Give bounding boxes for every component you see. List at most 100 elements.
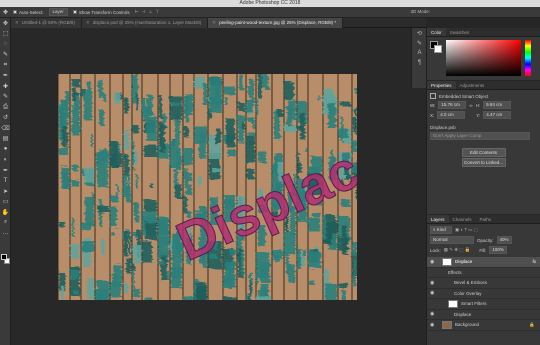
tab-color[interactable]: Color xyxy=(427,28,446,36)
lock-icons[interactable]: ▦ ✎ ✥ ⬚ 🔒 xyxy=(444,247,471,253)
visibility-eye-icon[interactable]: ◉ xyxy=(430,290,436,296)
width-field[interactable]: 15.76 cm xyxy=(438,101,467,109)
history-brush-tool-icon[interactable]: ↺ xyxy=(0,113,11,124)
clone-stamp-tool-icon[interactable]: ⎙ xyxy=(0,102,11,113)
brush-panel-icon[interactable]: ✎ xyxy=(412,38,427,48)
lock-label: Lock: xyxy=(430,247,441,253)
visibility-eye-icon[interactable]: ◉ xyxy=(430,280,436,286)
tab-swatches[interactable]: Swatches xyxy=(446,28,474,36)
lasso-tool-icon[interactable]: ◌ xyxy=(0,39,11,50)
layer-thumbnail[interactable] xyxy=(448,299,458,308)
edit-contents-button[interactable]: Edit Contents xyxy=(461,148,506,157)
tab-displace-psd[interactable]: ✕ displace.psd @ 25% (Hue/Saturation 1, … xyxy=(81,18,209,28)
close-tab-icon[interactable]: ✕ xyxy=(86,18,90,28)
distribute-icon[interactable]: ⊤ xyxy=(155,9,159,15)
move-tool-preset-icon[interactable]: ✥ xyxy=(3,9,8,16)
layer-row[interactable]: ◉ Displace xyxy=(427,310,540,320)
history-panel-icon[interactable]: ⟲ xyxy=(412,28,427,38)
dodge-tool-icon[interactable]: ◐ xyxy=(0,155,11,166)
close-tab-icon[interactable]: ✕ xyxy=(212,18,216,28)
layers-panel: Layers Channels Paths ⌕ Kind ▣ ◐ T ▭ ⬚ N… xyxy=(426,215,540,345)
paragraph-panel-icon[interactable]: ¶ xyxy=(412,58,427,68)
brush-tool-icon[interactable]: ✎ xyxy=(0,92,11,103)
layer-name: Bevel & Emboss xyxy=(454,280,488,286)
kind-filter-dropdown[interactable]: ⌕ Kind xyxy=(430,226,452,234)
healing-brush-tool-icon[interactable]: ✚ xyxy=(0,81,11,92)
more-tools-icon[interactable]: … xyxy=(0,228,11,239)
visibility-eye-icon[interactable]: ◉ xyxy=(430,322,436,328)
visibility-eye-icon[interactable]: ◉ xyxy=(430,259,436,265)
fill-label: Fill: xyxy=(479,247,487,253)
layer-row[interactable]: ◉ Color Overlay xyxy=(427,289,540,299)
color-field[interactable] xyxy=(446,40,521,76)
close-tab-icon[interactable]: ✕ xyxy=(15,18,19,28)
align-center-icon[interactable]: ⊣ xyxy=(142,9,146,15)
tab-properties[interactable]: Properties xyxy=(427,81,456,89)
auto-select-dropdown[interactable]: Layer xyxy=(48,8,68,16)
show-transform-checkbox[interactable] xyxy=(72,10,77,14)
shape-tool-icon[interactable]: ▭ xyxy=(0,197,11,208)
tab-adjustments[interactable]: Adjustments xyxy=(456,81,489,89)
opacity-field[interactable]: 40% xyxy=(496,236,512,244)
align-right-icon[interactable]: ⊥ xyxy=(148,9,152,15)
document-tabs: ✕ Untitled-1 @ 50% (RGB/8) ✕ displace.ps… xyxy=(11,18,426,28)
gradient-tool-icon[interactable]: ▤ xyxy=(0,134,11,145)
path-select-tool-icon[interactable]: ➤ xyxy=(0,186,11,197)
layer-filter-row: ⌕ Kind ▣ ◐ T ▭ ⬚ xyxy=(427,224,540,235)
color-picker-swatch-pair[interactable] xyxy=(430,41,442,53)
hand-tool-icon[interactable]: ✋ xyxy=(0,207,11,218)
tab-wood-texture[interactable]: ✕ peeling-paint-wood-texture.jpg @ 25% (… xyxy=(208,18,344,28)
align-buttons[interactable]: ⊢ ⊣ ⊥ ⊤ xyxy=(135,9,160,15)
eraser-tool-icon[interactable]: ⌫ xyxy=(0,123,11,134)
hue-slider[interactable] xyxy=(525,40,531,76)
pen-tool-icon[interactable]: ✒ xyxy=(0,165,11,176)
layer-row[interactable]: Smart Filters xyxy=(427,299,540,310)
zoom-tool-icon[interactable]: ⌕ xyxy=(0,218,11,229)
eyedropper-tool-icon[interactable]: ✒ xyxy=(0,71,11,82)
blur-tool-icon[interactable]: ● xyxy=(0,144,11,155)
layer-name: Effects xyxy=(448,269,462,275)
link-icon[interactable]: ∞ xyxy=(469,103,472,108)
tab-layers[interactable]: Layers xyxy=(427,215,449,223)
auto-select-option[interactable]: Auto-Select: xyxy=(13,10,44,15)
fill-field[interactable]: 100% xyxy=(489,246,507,254)
options-bar: ✥ Auto-Select: Layer Show Transform Cont… xyxy=(0,7,540,18)
crop-tool-icon[interactable]: ⌗ xyxy=(0,60,11,71)
show-transform-option[interactable]: Show Transform Controls xyxy=(72,10,130,15)
foreground-color-swatch[interactable] xyxy=(1,254,7,260)
align-left-icon[interactable]: ⊢ xyxy=(135,9,139,15)
tab-untitled[interactable]: ✕ Untitled-1 @ 50% (RGB/8) xyxy=(11,18,82,28)
y-field[interactable]: 4.47 cm xyxy=(483,111,512,119)
object-type-label: Embedded Smart Object xyxy=(439,93,489,99)
layer-comp-dropdown[interactable]: Don't Apply Layer Comp xyxy=(430,132,530,140)
panel-icon-strip: ⟲ ✎ A ¶ xyxy=(411,28,426,88)
layer-row[interactable]: ◉ Background 🔒 xyxy=(427,320,540,331)
tab-paths[interactable]: Paths xyxy=(476,215,496,223)
layer-row[interactable]: ◉ Bevel & Emboss xyxy=(427,278,540,289)
convert-to-linked-button[interactable]: Convert to Linked... xyxy=(461,158,506,167)
tab-label: displace.psd @ 25% (Hue/Saturation 1, La… xyxy=(92,20,202,25)
type-tool-icon[interactable]: T xyxy=(0,176,11,187)
filter-icons[interactable]: ▣ ◐ T ▭ ⬚ xyxy=(455,227,478,233)
tab-channels[interactable]: Channels xyxy=(449,215,476,223)
move-tool-icon[interactable]: ✥ xyxy=(0,18,11,29)
layer-row[interactable]: ◉ Displace fx xyxy=(427,257,540,268)
opacity-label: Opacity: xyxy=(477,237,494,243)
canvas-area[interactable]: Displace xyxy=(11,28,426,345)
visibility-eye-icon[interactable]: ◉ xyxy=(430,311,436,317)
auto-select-checkbox[interactable] xyxy=(13,10,18,14)
layer-row[interactable]: Effects xyxy=(427,268,540,278)
size-row: W: 15.76 cm ∞ H: 9.84 cm xyxy=(427,100,540,110)
blend-mode-dropdown[interactable]: Normal xyxy=(430,236,474,244)
layer-thumbnail[interactable] xyxy=(442,257,452,266)
layer-thumbnail[interactable] xyxy=(442,320,452,329)
fx-badge[interactable]: fx xyxy=(532,259,536,264)
character-panel-icon[interactable]: A xyxy=(412,48,427,58)
lock-row: Lock: ▦ ✎ ✥ ⬚ 🔒 Fill: 100% xyxy=(427,245,540,255)
tab-label: peeling-paint-wood-texture.jpg @ 25% (Di… xyxy=(219,20,337,25)
document-image[interactable]: Displace xyxy=(58,74,357,300)
quick-select-tool-icon[interactable]: ✎ xyxy=(0,50,11,61)
height-field[interactable]: 9.84 cm xyxy=(483,101,512,109)
x-field[interactable]: 4.0 cm xyxy=(437,111,466,119)
marquee-tool-icon[interactable]: ⬚ xyxy=(0,29,11,40)
